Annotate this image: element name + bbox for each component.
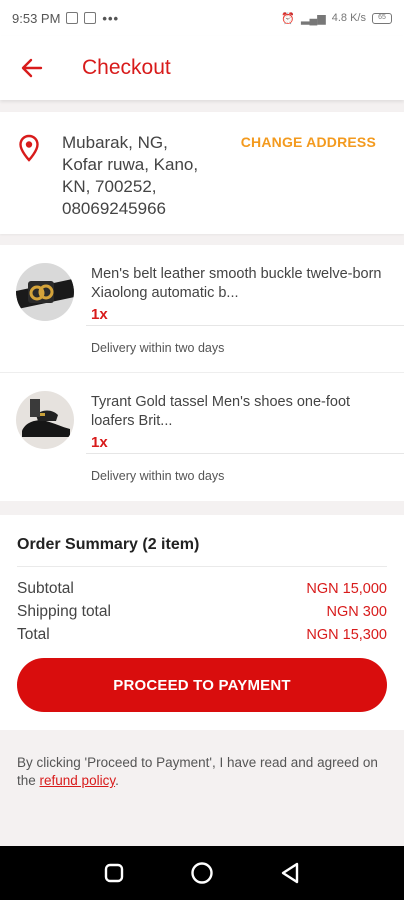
summary-title: Order Summary (2 item) [17, 515, 387, 567]
delivery-info: Delivery within two days [91, 469, 225, 483]
subtotal-value: NGN 15,000 [306, 580, 387, 597]
address-text: Mubarak, NG, Kofar ruwa, Kano, KN, 70025… [62, 132, 232, 218]
subtotal-row: Subtotal NGN 15,000 [17, 577, 387, 600]
total-label: Total [17, 625, 50, 643]
agreement-end: . [115, 773, 119, 788]
shipping-row: Shipping total NGN 300 [17, 600, 387, 623]
signal-icon: ▂▄▆ [301, 12, 326, 25]
network-speed: 4.8 K/s [331, 12, 366, 24]
item-divider [86, 325, 404, 326]
address-phone: 08069245966 [62, 199, 167, 218]
status-bar: 9:53 PM ••• ⏰ ▂▄▆ 4.8 K/s 65 [0, 0, 404, 36]
back-arrow-icon [21, 58, 43, 78]
total-row: Total NGN 15,300 [17, 623, 387, 646]
app-bar: Checkout [0, 36, 404, 100]
location-pin-icon [19, 134, 39, 162]
shipping-value: NGN 300 [326, 603, 387, 620]
product-image-belt [16, 263, 74, 321]
shipping-label: Shipping total [17, 602, 111, 620]
system-back-button[interactable] [275, 858, 305, 888]
address-card: Mubarak, NG, Kofar ruwa, Kano, KN, 70025… [0, 112, 404, 234]
product-quantity: 1x [91, 306, 108, 323]
agreement-text: By clicking 'Proceed to Payment', I have… [17, 754, 389, 790]
address-line: KN, 700252, [62, 177, 157, 196]
item-divider [86, 453, 404, 454]
battery-icon: 65 [372, 12, 392, 24]
cart-items: Men's belt leather smooth buckle twelve-… [0, 245, 404, 501]
recent-apps-button[interactable] [99, 858, 129, 888]
notification-icon [66, 12, 79, 24]
list-item[interactable]: Tyrant Gold tassel Men's shoes one-foot … [0, 373, 404, 501]
facebook-icon [84, 12, 97, 24]
page-title: Checkout [82, 56, 171, 79]
address-line: Mubarak, NG, [62, 133, 168, 152]
subtotal-label: Subtotal [17, 579, 74, 597]
change-address-button[interactable]: CHANGE ADDRESS [241, 134, 376, 150]
home-button[interactable] [187, 858, 217, 888]
triangle-back-nav-icon [281, 862, 299, 884]
status-time: 9:53 PM [12, 10, 61, 26]
back-button[interactable] [0, 36, 64, 100]
order-summary: Order Summary (2 item) Subtotal NGN 15,0… [0, 515, 404, 730]
square-nav-icon [104, 863, 124, 883]
product-name: Tyrant Gold tassel Men's shoes one-foot … [91, 394, 351, 429]
system-nav-bar [0, 846, 404, 900]
delivery-info: Delivery within two days [91, 341, 225, 355]
total-value: NGN 15,300 [306, 626, 387, 643]
proceed-to-payment-button[interactable]: PROCEED TO PAYMENT [17, 658, 387, 712]
product-image-shoes [16, 391, 74, 449]
more-notifications-icon: ••• [102, 10, 120, 26]
address-line: Kofar ruwa, Kano, [62, 155, 199, 174]
list-item[interactable]: Men's belt leather smooth buckle twelve-… [0, 245, 404, 373]
alarm-icon: ⏰ [281, 12, 296, 25]
product-quantity: 1x [91, 434, 108, 451]
circle-nav-icon [191, 862, 213, 884]
product-name: Men's belt leather smooth buckle twelve-… [91, 266, 382, 301]
refund-policy-link[interactable]: refund policy [40, 773, 116, 788]
